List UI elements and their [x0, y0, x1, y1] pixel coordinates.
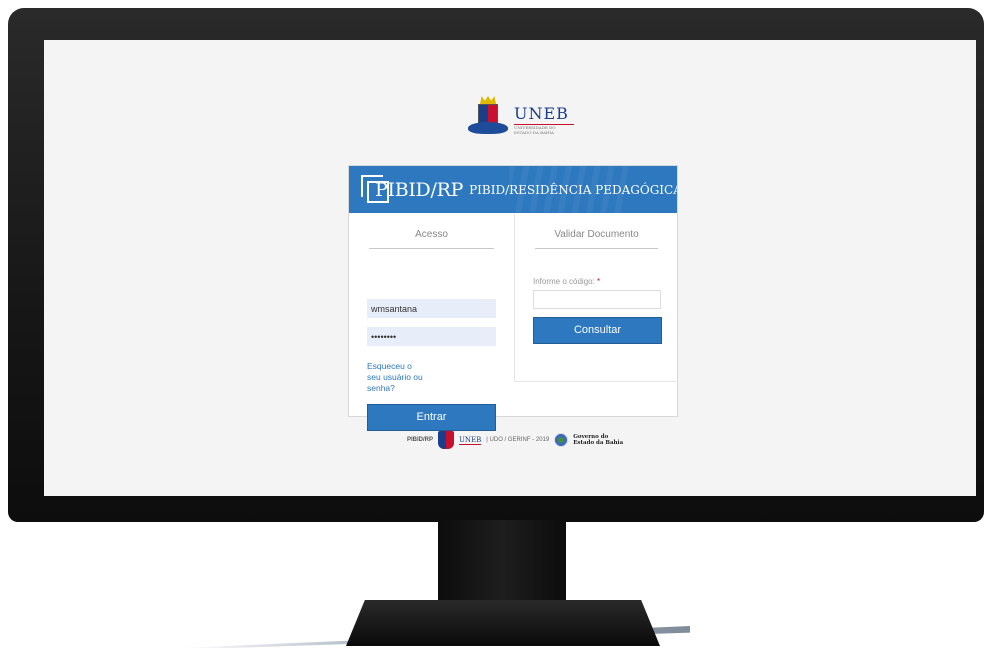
code-label: Informe o código: * — [533, 277, 600, 286]
forgot-credentials-link[interactable]: Esqueceu o seu usuário ou senha? — [367, 361, 423, 394]
document-code-input[interactable] — [533, 290, 661, 309]
password-input[interactable] — [367, 327, 496, 346]
username-input[interactable] — [367, 299, 496, 318]
app-title: PIBID/RP — [375, 178, 464, 201]
code-label-text: Informe o código: — [533, 277, 595, 286]
government-logo-text: Governo do Estado da Bahia — [573, 434, 623, 446]
uneb-mini-crest-icon — [438, 431, 455, 449]
login-section-title: Acesso — [369, 214, 494, 249]
login-button[interactable]: Entrar — [367, 404, 496, 431]
forgot-line-1: Esqueceu o — [367, 361, 412, 371]
monitor-screen: UNEB UNIVERSIDADE DO ESTADO DA BAHIA PIB… — [44, 40, 976, 496]
required-mark: * — [597, 277, 601, 286]
uneb-logo-subtitle-2: ESTADO DA BAHIA — [514, 129, 554, 135]
monitor-stand-base — [346, 600, 660, 646]
footer-credit: | UDO / GERINF - 2019 — [486, 437, 550, 443]
login-section: Acesso Esqueceu o seu usuário ou senha? … — [349, 214, 514, 431]
forgot-line-2: seu usuário ou — [367, 372, 423, 382]
gov-line-2: Estado da Bahia — [573, 440, 624, 446]
consult-button[interactable]: Consultar — [533, 317, 662, 344]
uneb-crest-icon — [468, 96, 508, 142]
login-card: PIBID/RP PIBID/RESIDÊNCIA PEDAGÓGICA Ace… — [348, 165, 678, 431]
app-subtitle: PIBID/RESIDÊNCIA PEDAGÓGICA — [469, 182, 677, 197]
uneb-logo-name: UNEB — [514, 104, 574, 125]
validate-section-title: Validar Documento — [535, 214, 658, 249]
footer-uneb-label: UNEB — [459, 435, 482, 445]
forgot-line-3: senha? — [367, 383, 395, 393]
government-seal-icon — [554, 433, 569, 447]
validate-section: Validar Documento Informe o código: * Co… — [514, 214, 678, 382]
card-header: PIBID/RP PIBID/RESIDÊNCIA PEDAGÓGICA — [349, 166, 677, 213]
uneb-logo: UNEB UNIVERSIDADE DO ESTADO DA BAHIA — [468, 96, 574, 142]
footer-app-name: PIBID/RP — [407, 437, 434, 443]
page-footer: PIBID/RP UNEB | UDO / GERINF - 2019 Gove… — [407, 428, 623, 452]
monitor-stand-neck — [438, 520, 566, 602]
